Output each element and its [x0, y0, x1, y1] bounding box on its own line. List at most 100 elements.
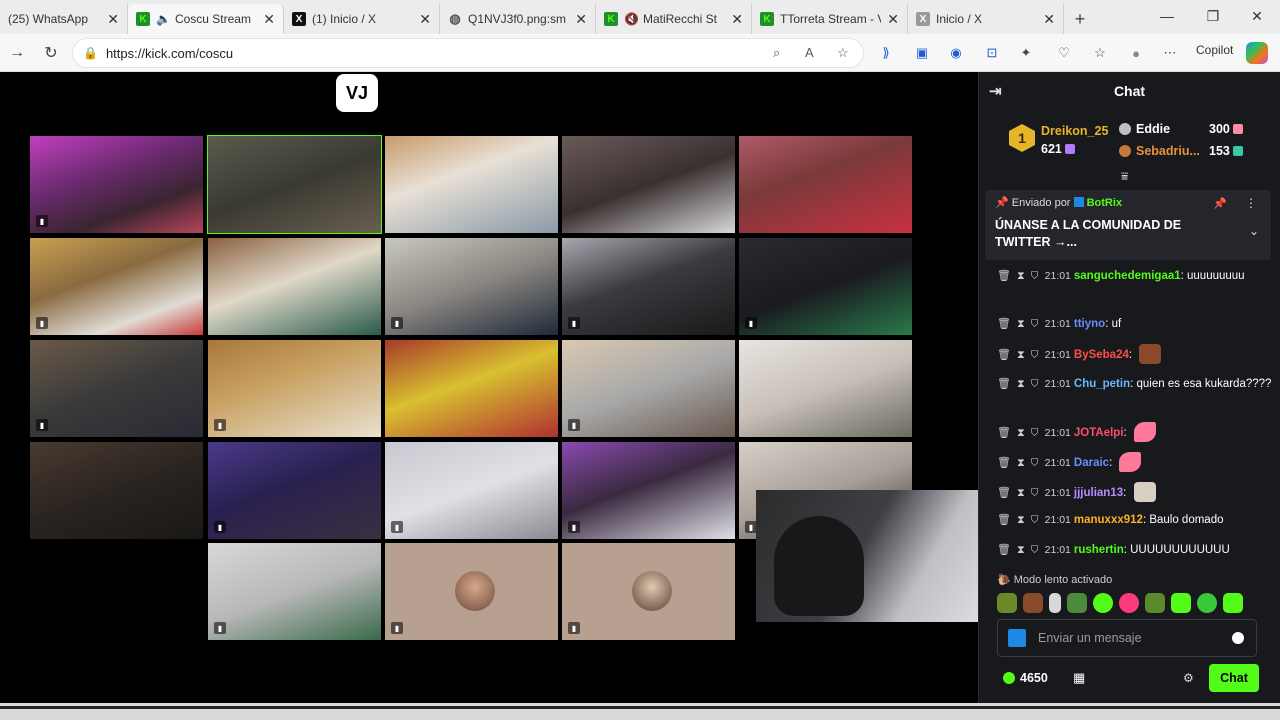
emoji-picker-icon[interactable]: [1232, 632, 1244, 644]
message-user[interactable]: BySeba24: [1074, 349, 1129, 361]
url-field[interactable]: 🔒 https://kick.com/coscu ⌕ A ☆: [72, 38, 864, 68]
speaker-icon[interactable]: 🔈: [156, 12, 171, 26]
leader-second-name[interactable]: Eddie: [1119, 122, 1170, 136]
emote-icon[interactable]: [1145, 593, 1165, 613]
close-icon[interactable]: ✕: [1043, 11, 1055, 28]
participant-tile: ▮: [385, 442, 558, 539]
stream-video[interactable]: VJ ▮ ▮ ▮ ▮ ▮ ▮ ▮ ▮ ▮ ▮ ▮ ▮ ▮ ▮ ▮: [0, 72, 988, 703]
emote-icon[interactable]: [1171, 593, 1191, 613]
globe-icon: ◍: [449, 11, 461, 26]
mic-icon: ▮: [214, 622, 226, 634]
emote-icon[interactable]: [1119, 593, 1139, 613]
mic-icon: ▮: [391, 317, 403, 329]
new-tab-button[interactable]: +: [1064, 4, 1096, 34]
moderation-tools-icon[interactable]: 🗑⧗⛉: [997, 427, 1045, 439]
message-user[interactable]: JOTAelpi: [1074, 427, 1124, 439]
extension-icon[interactable]: ▣: [912, 43, 932, 63]
pinned-bot-name[interactable]: BotRix: [1087, 197, 1122, 209]
moderation-tools-icon[interactable]: 🗑⧗⛉: [997, 378, 1045, 390]
copilot-label[interactable]: Copilot: [1196, 43, 1233, 57]
moderation-tools-icon[interactable]: 🗑⧗⛉: [997, 487, 1045, 499]
participant-tile: [739, 340, 912, 437]
emote-icon[interactable]: [1067, 593, 1087, 613]
channel-points[interactable]: 4650: [1003, 671, 1048, 685]
unpin-icon[interactable]: 📌: [1213, 197, 1227, 210]
moderation-tools-icon[interactable]: 🗑⧗⛉: [997, 514, 1045, 526]
close-icon[interactable]: ✕: [419, 11, 431, 28]
collections-icon[interactable]: ☆: [1090, 43, 1110, 63]
message-user[interactable]: Daraic: [1074, 457, 1109, 469]
extension-icon[interactable]: ◉: [946, 43, 966, 63]
close-icon[interactable]: ✕: [263, 11, 275, 28]
tab-inicio-x[interactable]: X (1) Inicio / X ✕: [284, 4, 440, 34]
emote-icon[interactable]: [1023, 593, 1043, 613]
more-options-icon[interactable]: ⋮: [1245, 196, 1257, 210]
emote-icon[interactable]: [1197, 593, 1217, 613]
emote-icon[interactable]: [1049, 593, 1061, 613]
avatar: [455, 571, 495, 611]
points-value: 4650: [1020, 671, 1048, 685]
performance-icon[interactable]: ♡: [1054, 43, 1074, 63]
x-icon: X: [292, 12, 306, 26]
emote-icon[interactable]: [1093, 593, 1113, 613]
browser-tab-bar: (25) WhatsApp ✕ K 🔈 Coscu Stream ✕ X (1)…: [0, 0, 1280, 34]
tab-whatsapp[interactable]: (25) WhatsApp ✕: [0, 4, 128, 34]
moderation-tools-icon[interactable]: 🗑⧗⛉: [997, 457, 1045, 469]
close-icon[interactable]: ✕: [107, 11, 119, 28]
chat-input[interactable]: Enviar un mensaje: [997, 619, 1257, 657]
favorite-star-icon[interactable]: ☆: [837, 45, 849, 61]
forward-icon[interactable]: →: [0, 38, 34, 68]
minimize-icon[interactable]: —: [1144, 0, 1190, 32]
copilot-icon[interactable]: [1246, 42, 1268, 64]
gear-icon[interactable]: ⚙: [1183, 671, 1194, 685]
send-chat-button[interactable]: Chat: [1209, 664, 1259, 692]
pinned-message[interactable]: 📌 Enviado por BotRix ÚNANSE A LA COMUNID…: [985, 190, 1271, 260]
message-user[interactable]: jjjulian13: [1074, 487, 1123, 499]
extensions-icon[interactable]: ✦: [1016, 43, 1036, 63]
collapse-chat-icon[interactable]: ⇥: [989, 82, 1002, 100]
message-user[interactable]: rushertin: [1074, 544, 1124, 556]
expand-handle-icon[interactable]: ⩸: [1121, 169, 1128, 184]
message-time: 21:01: [1044, 487, 1071, 499]
restore-icon[interactable]: ❐: [1190, 0, 1236, 32]
tab-matirecchi[interactable]: K 🔇 MatiRecchi St ✕: [596, 4, 752, 34]
tab-title: Inicio / X: [936, 12, 983, 26]
store-icon[interactable]: ▦: [1073, 670, 1085, 686]
leader-first-name[interactable]: Dreikon_25: [1041, 124, 1108, 138]
extension-icon[interactable]: ⟫: [876, 43, 896, 63]
botrix-icon[interactable]: [1008, 629, 1026, 647]
read-aloud-icon[interactable]: A: [805, 45, 814, 60]
leader-third-name[interactable]: Sebadriu...: [1119, 144, 1200, 158]
close-icon[interactable]: ✕: [575, 11, 587, 28]
moderation-tools-icon[interactable]: 🗑⧗⛉: [997, 270, 1045, 282]
chevron-down-icon[interactable]: ⌄: [1249, 224, 1259, 238]
mic-icon: ▮: [391, 521, 403, 533]
close-icon[interactable]: ✕: [887, 11, 899, 28]
message-user[interactable]: sanguchedemigaa1: [1074, 270, 1181, 282]
reload-icon[interactable]: ↻: [34, 38, 68, 68]
emote-icon[interactable]: [1223, 593, 1243, 613]
message-user[interactable]: Chu_petin: [1074, 378, 1130, 390]
message-user[interactable]: manuxxx912: [1074, 514, 1143, 526]
emote-icon[interactable]: [997, 593, 1017, 613]
close-window-icon[interactable]: ✕: [1234, 0, 1280, 32]
tab-ttorreta[interactable]: K TTorreta Stream - V ✕: [752, 4, 908, 34]
zoom-icon[interactable]: ⌕: [773, 45, 780, 61]
gift-icon: [1064, 144, 1075, 154]
participant-tile: [385, 136, 558, 233]
muted-speaker-icon[interactable]: 🔇: [624, 12, 639, 26]
profile-avatar-icon[interactable]: ●: [1126, 43, 1146, 63]
slow-mode-notice: 🐌 Modo lento activado: [997, 573, 1112, 586]
tab-image[interactable]: ◍ Q1NVJ3f0.png:sm ✕: [440, 4, 596, 34]
tab-inicio-x-2[interactable]: X Inicio / X ✕: [908, 4, 1064, 34]
message-user[interactable]: ttiyno: [1074, 318, 1105, 330]
tab-coscu-stream[interactable]: K 🔈 Coscu Stream ✕: [128, 4, 284, 34]
moderation-tools-icon[interactable]: 🗑⧗⛉: [997, 318, 1045, 330]
moderation-tools-icon[interactable]: 🗑⧗⛉: [997, 544, 1045, 556]
kick-icon: K: [136, 12, 150, 26]
participant-tile: ▮: [208, 543, 381, 640]
more-menu-icon[interactable]: ⋯: [1160, 43, 1180, 63]
moderation-tools-icon[interactable]: 🗑⧗⛉: [997, 349, 1045, 361]
close-icon[interactable]: ✕: [731, 11, 743, 28]
screenshot-icon[interactable]: ⊡: [982, 43, 1002, 63]
